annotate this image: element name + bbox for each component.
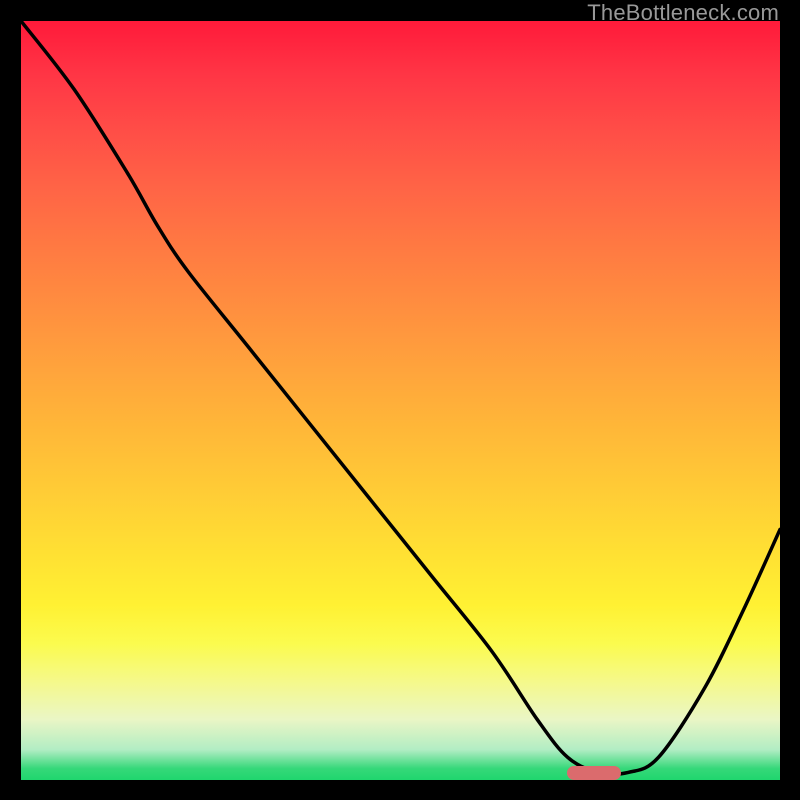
chart-frame: TheBottleneck.com — [0, 0, 800, 800]
watermark-text: TheBottleneck.com — [587, 0, 779, 26]
chart-plot-area — [21, 21, 780, 780]
optimal-marker — [567, 766, 621, 780]
bottleneck-curve — [21, 21, 780, 780]
